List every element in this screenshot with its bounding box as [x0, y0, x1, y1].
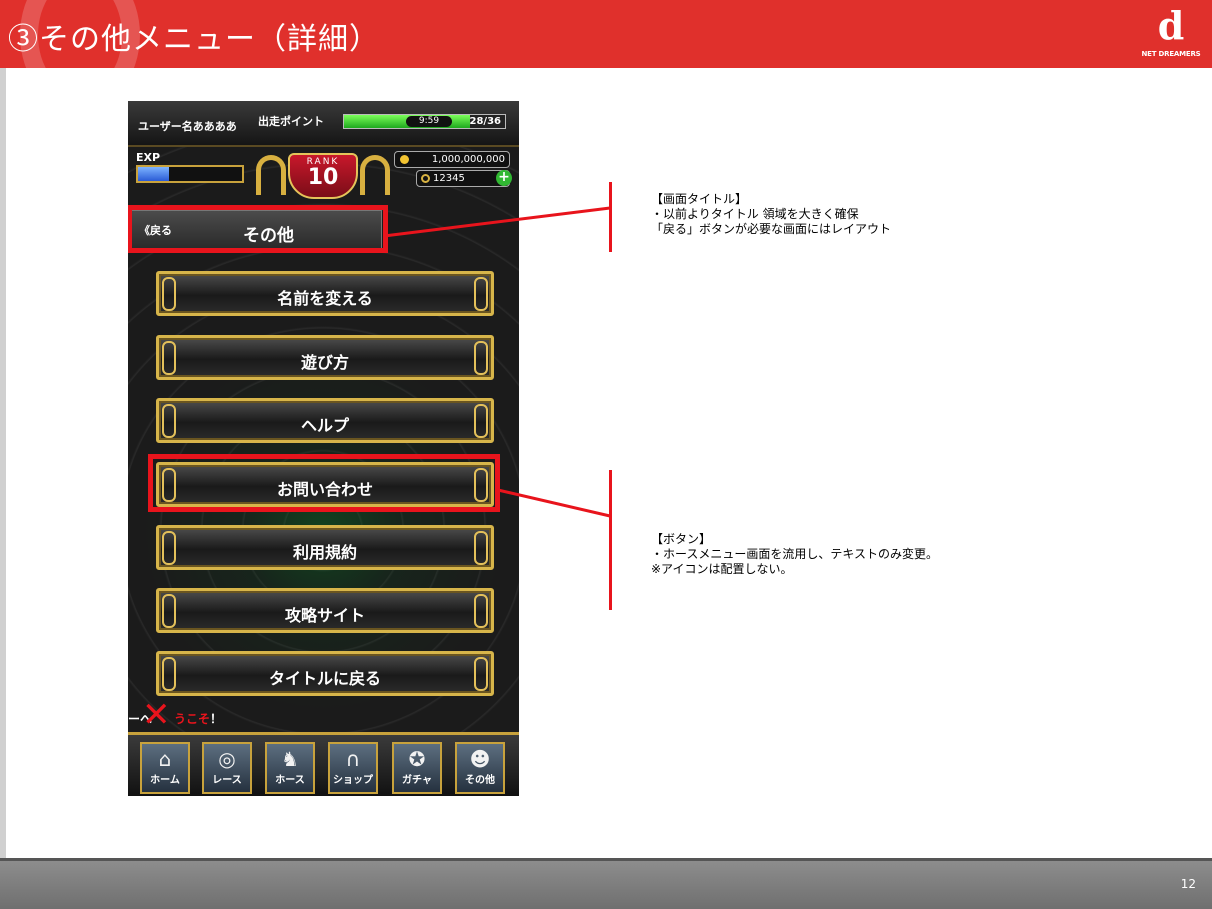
- slide: ③その他メニュー（詳細） d NET DREAMERS ユーザー名ああああ 出走…: [0, 0, 1212, 909]
- button-note-line1: ・ホースメニュー画面を流用し、テキストのみ変更。: [651, 547, 939, 561]
- annotation-connectors: [383, 206, 611, 518]
- page-number: 12: [1180, 877, 1196, 891]
- button-note-bracket: [609, 470, 612, 610]
- title-note-line2: 「戻る」ボタンが必要な画面にはレイアウト: [651, 222, 892, 236]
- button-note-heading: 【ボタン】: [651, 532, 712, 546]
- slide-footer: 12: [0, 858, 1212, 909]
- title-annotation: 【画面タイトル】 ・以前よりタイトル 領域を大きく確保 「戻る」ボタンが必要な画…: [651, 192, 891, 237]
- title-connector-line: [383, 206, 611, 238]
- title-note-heading: 【画面タイトル】: [651, 192, 748, 206]
- title-note-bracket: [609, 182, 612, 252]
- title-note-line1: ・以前よりタイトル 領域を大きく確保: [651, 207, 859, 221]
- button-note-line2: ※アイコンは配置しない。: [651, 562, 793, 576]
- button-annotation: 【ボタン】 ・ホースメニュー画面を流用し、テキストのみ変更。 ※アイコンは配置し…: [651, 532, 938, 577]
- button-connector-line: [497, 488, 611, 518]
